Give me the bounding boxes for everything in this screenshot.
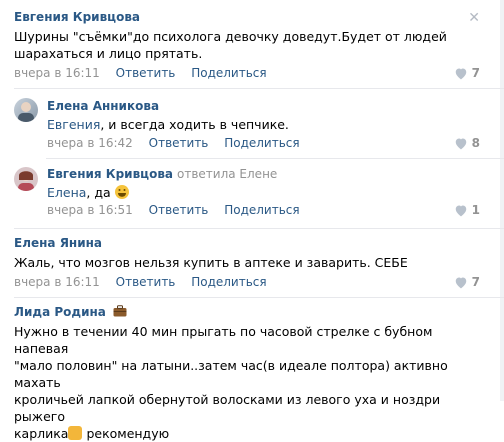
comment-author: Евгения Кривцова ответила Елене (47, 167, 277, 181)
reply-button[interactable]: Ответить (116, 66, 176, 80)
comment-text: Нужно в течении 40 мин прыгать по часово… (14, 323, 484, 442)
comment-author[interactable]: Елена Анникова (47, 99, 159, 113)
heart-icon (455, 68, 466, 79)
like-count: 7 (471, 66, 480, 80)
heart-icon (455, 205, 466, 216)
text-line: кроличьей лапкой обернутой волосками из … (14, 392, 441, 424)
author-link[interactable]: Евгения Кривцова (47, 167, 173, 181)
heart-icon (455, 138, 466, 149)
like-button[interactable]: 1 (454, 203, 480, 217)
share-button[interactable]: Поделиться (191, 66, 266, 80)
comment-meta: вчера в 16:42 Ответить Поделиться (47, 136, 300, 150)
briefcase-icon (113, 305, 127, 317)
timestamp[interactable]: вчера в 16:51 (47, 203, 133, 217)
like-count: 1 (471, 203, 480, 217)
text-line: шарахаться и лицо прятать. (14, 46, 203, 61)
like-button[interactable]: 7 (454, 275, 480, 289)
share-button[interactable]: Поделиться (224, 203, 299, 217)
heart-icon (455, 277, 466, 288)
divider (14, 297, 504, 298)
comment-meta: вчера в 16:51 Ответить Поделиться (47, 203, 300, 217)
avatar[interactable] (14, 167, 38, 191)
reply-button[interactable]: Ответить (149, 203, 209, 217)
divider (14, 88, 504, 89)
author-link[interactable]: Лида Родина (14, 305, 106, 319)
like-count: 7 (471, 275, 480, 289)
timestamp[interactable]: вчера в 16:42 (47, 136, 133, 150)
text-line: Нужно в течении 40 мин прыгать по часово… (14, 324, 433, 356)
text-line: "мало половин" на латыни..затем час(в ид… (14, 358, 448, 390)
text-body: , и всегда ходить в чепчике. (100, 117, 289, 132)
divider (14, 228, 504, 229)
comment-author[interactable]: Евгения Кривцова (14, 10, 140, 24)
like-button[interactable]: 7 (454, 66, 480, 80)
reply-button[interactable]: Ответить (149, 136, 209, 150)
timestamp[interactable]: вчера в 16:11 (14, 275, 100, 289)
avatar-photo-icon (18, 102, 34, 122)
grinning-face-icon (114, 185, 129, 199)
text-line: Шурины "съёмки"до психолога девочку дове… (14, 29, 447, 44)
comment-text: Шурины "съёмки"до психолога девочку дове… (14, 28, 447, 62)
comment-text: Жаль, что мозгов нельзя купить в аптеке … (14, 255, 408, 270)
scrollbar-track[interactable] (500, 0, 504, 401)
comment-meta: вчера в 16:11 Ответить Поделиться (14, 66, 267, 80)
timestamp[interactable]: вчера в 16:11 (14, 66, 100, 80)
text-fragment: карлика (14, 426, 69, 441)
ok-hand-icon (68, 426, 83, 440)
like-button[interactable]: 8 (454, 136, 480, 150)
text-fragment: рекомендую (82, 426, 170, 441)
divider (46, 158, 504, 159)
text-line: карлика рекомендую (14, 425, 484, 442)
comment-author: Лида Родина (14, 305, 127, 319)
comment-author[interactable]: Елена Янина (14, 236, 102, 250)
like-count: 8 (471, 136, 480, 150)
mention-link[interactable]: Евгения (47, 117, 100, 132)
comment-text: Евгения, и всегда ходить в чепчике. (47, 116, 289, 133)
text-body: , да (86, 185, 111, 200)
share-button[interactable]: Поделиться (191, 275, 266, 289)
close-icon[interactable]: ✕ (468, 10, 480, 26)
reply-button[interactable]: Ответить (116, 275, 176, 289)
mention-link[interactable]: Елена (47, 185, 86, 200)
share-button[interactable]: Поделиться (224, 136, 299, 150)
avatar-photo-icon (18, 171, 34, 191)
replied-to[interactable]: ответила Елене (177, 167, 277, 181)
avatar[interactable] (14, 98, 38, 122)
comment-meta: вчера в 16:11 Ответить Поделиться (14, 275, 267, 289)
comment-text: Елена, да (47, 184, 129, 201)
